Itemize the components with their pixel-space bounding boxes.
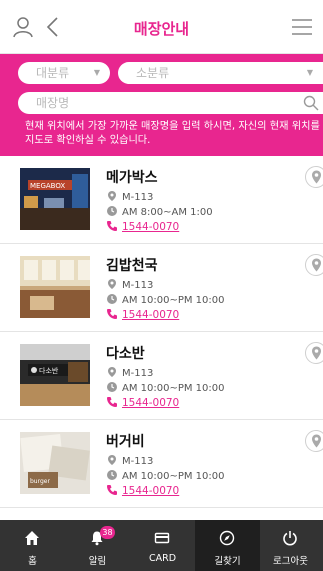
nav-card-label: CARD xyxy=(148,553,177,564)
store-list-item[interactable] xyxy=(0,508,323,520)
page-title: 매장안내 xyxy=(133,20,190,38)
store-location: M-113 xyxy=(106,278,153,292)
map-pin-icon xyxy=(312,258,321,272)
burger-photo: burger xyxy=(20,432,90,494)
store-location: M-113 xyxy=(106,454,153,468)
map-pin-button[interactable] xyxy=(305,430,323,452)
store-hours: AM 8:00~AM 1:00 xyxy=(106,205,213,219)
nav-home-label: 홈 xyxy=(28,556,37,567)
category-minor-value: 소분류 xyxy=(136,66,170,80)
compass-icon xyxy=(219,530,235,546)
store-location-text: M-113 xyxy=(122,192,154,203)
store-list-item[interactable]: 김밥천국 M-113 AM 10:00~PM 10:00 1544-0070 xyxy=(0,244,323,332)
store-hours-text: AM 10:00~PM 10:00 xyxy=(122,471,225,482)
store-name: 메가박스 xyxy=(106,170,158,186)
category-major-select[interactable]: 대분류 ▼ xyxy=(18,62,110,84)
phone-icon xyxy=(107,309,117,319)
store-list-item[interactable]: 다소반 다소반 M-113 AM 10:00~PM 10:00 1544-007… xyxy=(0,332,323,420)
store-name: 버거비 xyxy=(106,434,145,450)
notification-count-badge: 38 xyxy=(100,526,115,539)
store-name-search-input[interactable]: 매장명 xyxy=(18,92,323,114)
store-list-item[interactable]: burger 버거비 M-113 AM 10:00~PM 10:00 1544-… xyxy=(0,420,323,508)
nav-notifications-label: 알림 xyxy=(88,556,107,567)
megabox-photo: MEGABOX xyxy=(20,168,90,230)
kimbap-photo xyxy=(20,256,90,318)
clock-icon xyxy=(107,294,117,304)
dropdown-arrow-icon: ▼ xyxy=(306,68,313,77)
dasoban-photo: 다소반 xyxy=(20,344,90,406)
store-hours-text: AM 8:00~AM 1:00 xyxy=(122,207,213,218)
nav-home[interactable]: 홈 xyxy=(0,520,65,571)
dropdown-arrow-icon: ▼ xyxy=(93,68,100,77)
store-phone: 1544-0070 xyxy=(106,220,179,234)
home-icon xyxy=(25,531,39,545)
store-name: 김밥천국 xyxy=(106,258,158,274)
nav-directions-label: 길찾기 xyxy=(214,556,241,567)
store-phone-link[interactable]: 1544-0070 xyxy=(122,309,179,321)
store-hours-text: AM 10:00~PM 10:00 xyxy=(122,295,225,306)
store-list: MEGABOX 메가박스 M-113 AM 8:00~AM 1:00 1544-… xyxy=(0,156,323,520)
clock-icon xyxy=(107,382,117,392)
category-major-value: 대분류 xyxy=(36,66,70,80)
store-hours-text: AM 10:00~PM 10:00 xyxy=(122,383,225,394)
phone-icon xyxy=(107,397,117,407)
store-hours: AM 10:00~PM 10:00 xyxy=(106,293,225,307)
power-icon xyxy=(283,531,297,546)
app-header: 매장안내 xyxy=(0,0,323,54)
location-pin-icon xyxy=(108,367,116,377)
nav-notifications[interactable]: 38 알림 xyxy=(65,520,130,571)
location-pin-icon xyxy=(108,279,116,289)
store-location-text: M-113 xyxy=(122,456,154,467)
map-pin-button[interactable] xyxy=(305,166,323,188)
menu-icon[interactable] xyxy=(291,16,313,38)
clock-icon xyxy=(107,470,117,480)
nav-card[interactable]: CARD xyxy=(130,520,195,571)
svg-text:burger: burger xyxy=(30,478,50,485)
store-list-item[interactable]: MEGABOX 메가박스 M-113 AM 8:00~AM 1:00 1544-… xyxy=(0,156,323,244)
svg-text:다소반: 다소반 xyxy=(39,366,59,375)
store-hours: AM 10:00~PM 10:00 xyxy=(106,381,225,395)
map-pin-icon xyxy=(312,434,321,448)
store-phone: 1544-0070 xyxy=(106,396,179,410)
store-location-text: M-113 xyxy=(122,280,154,291)
phone-icon xyxy=(107,485,117,495)
store-name: 다소반 xyxy=(106,346,145,362)
store-hours: AM 10:00~PM 10:00 xyxy=(106,469,225,483)
store-location: M-113 xyxy=(106,190,153,204)
card-icon xyxy=(154,532,170,544)
store-phone: 1544-0070 xyxy=(106,308,179,322)
nav-logout[interactable]: 로그아웃 xyxy=(258,520,323,571)
store-phone: 1544-0070 xyxy=(106,484,179,498)
map-pin-button[interactable] xyxy=(305,342,323,364)
store-phone-link[interactable]: 1544-0070 xyxy=(122,397,179,409)
store-phone-link[interactable]: 1544-0070 xyxy=(122,221,179,233)
store-location: M-113 xyxy=(106,366,153,380)
search-help-text: 현재 위치에서 가장 가까운 매장명을 입력 하시면, 자신의 현재 위치를 지… xyxy=(25,121,320,146)
category-minor-select[interactable]: 소분류 ▼ xyxy=(118,62,323,84)
store-location-text: M-113 xyxy=(122,368,154,379)
clock-icon xyxy=(107,206,117,216)
location-pin-icon xyxy=(108,191,116,201)
nav-directions[interactable]: 길찾기 xyxy=(195,520,260,571)
map-pin-icon xyxy=(312,170,321,184)
store-phone-link[interactable]: 1544-0070 xyxy=(122,485,179,497)
store-name-placeholder: 매장명 xyxy=(36,96,70,110)
nav-logout-label: 로그아웃 xyxy=(273,556,308,567)
search-icon[interactable] xyxy=(303,95,319,111)
phone-icon xyxy=(107,221,117,231)
location-pin-icon xyxy=(108,455,116,465)
search-panel: 대분류 ▼ 소분류 ▼ 매장명 현재 위치에서 가장 가까운 매장명을 입력 하… xyxy=(0,54,323,156)
bottom-nav-bar: 홈 38 알림 CARD 길찾기 로그아웃 xyxy=(0,520,323,571)
svg-text:MEGABOX: MEGABOX xyxy=(30,182,65,190)
map-pin-icon xyxy=(312,346,321,360)
map-pin-button[interactable] xyxy=(305,254,323,276)
